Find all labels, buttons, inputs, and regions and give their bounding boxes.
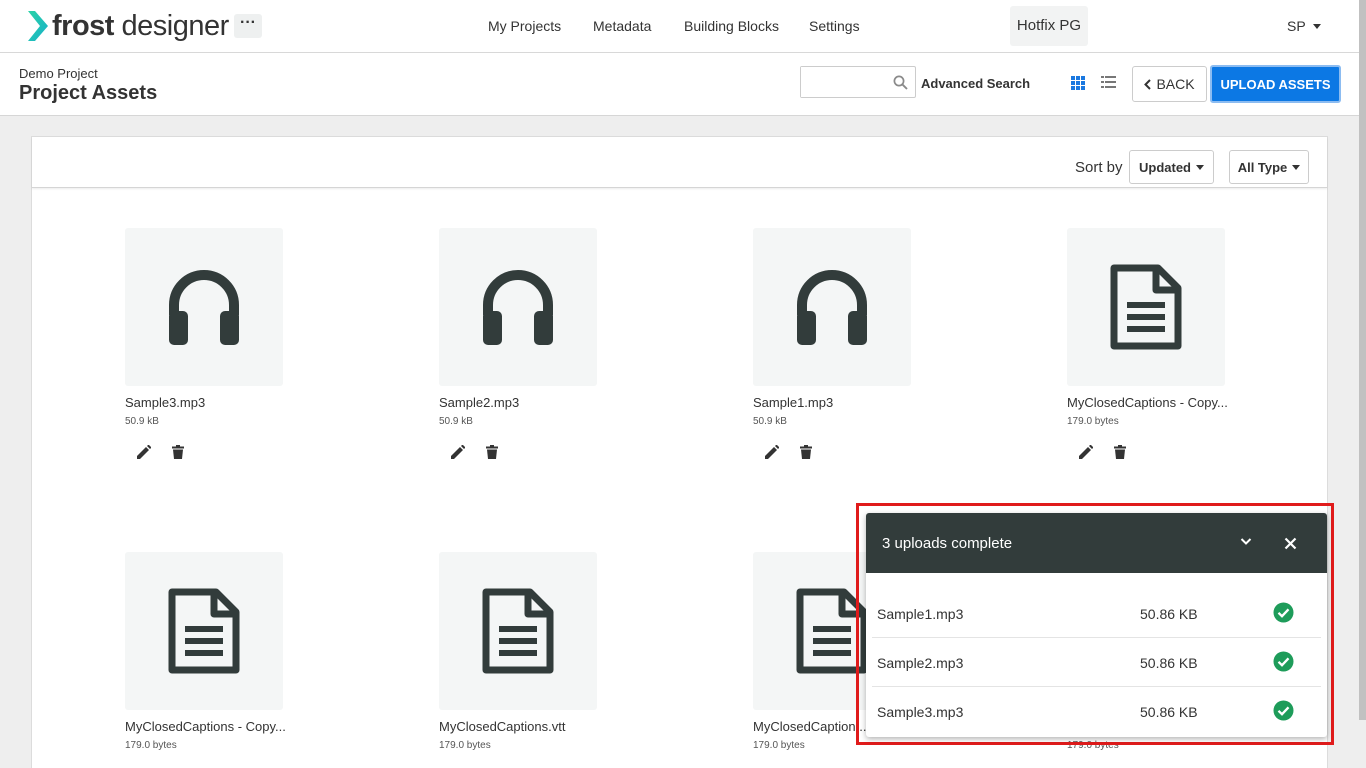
asset-card[interactable]: MyClosedCaptions.vtt 179.0 bytes [439, 552, 609, 768]
asset-thumbnail[interactable] [125, 552, 283, 710]
asset-name: MyClosedCaptions - Copy... [125, 719, 286, 734]
edit-icon[interactable] [450, 445, 465, 460]
panel-toolbar: Sort by Updated All Type [32, 137, 1327, 188]
upload-file-name: Sample1.mp3 [877, 606, 964, 622]
current-project-button[interactable]: Hotfix PG [1010, 6, 1088, 46]
page-scrollbar[interactable] [1359, 0, 1366, 720]
asset-thumbnail[interactable] [125, 228, 283, 386]
toast-header: 3 uploads complete [866, 513, 1327, 573]
upload-file-name: Sample3.mp3 [877, 704, 964, 720]
sort-dropdown[interactable]: Updated [1129, 150, 1214, 184]
chevron-down-icon [1292, 164, 1301, 170]
edit-icon[interactable] [136, 445, 151, 460]
search-icon[interactable] [893, 75, 908, 90]
nav-metadata[interactable]: Metadata [593, 18, 651, 34]
chevron-left-icon [1144, 78, 1152, 90]
user-menu[interactable]: SP [1287, 18, 1321, 34]
upload-row: Sample3.mp3 50.86 KB [872, 687, 1321, 736]
upload-file-name: Sample2.mp3 [877, 655, 964, 671]
nav-building-blocks[interactable]: Building Blocks [684, 18, 779, 34]
chevron-down-icon[interactable] [1240, 537, 1252, 546]
asset-size: 179.0 bytes [1067, 416, 1119, 427]
user-initials: SP [1287, 18, 1306, 34]
asset-size: 50.9 kB [125, 416, 159, 427]
close-icon[interactable] [1284, 537, 1297, 550]
document-icon [1110, 264, 1182, 350]
asset-size: 179.0 bytes [753, 740, 805, 751]
asset-thumbnail[interactable] [439, 228, 597, 386]
edit-icon[interactable] [764, 445, 779, 460]
type-filter-value: All Type [1237, 159, 1288, 175]
page-header: Demo Project Project Assets Advanced Sea… [0, 53, 1366, 116]
upload-file-size: 50.86 KB [1140, 704, 1198, 720]
top-navbar: frost designer ··· My Projects Metadata … [0, 0, 1366, 53]
logo-chevron-icon [28, 11, 48, 41]
asset-name: Sample1.mp3 [753, 395, 834, 410]
chevron-down-icon [1196, 164, 1204, 170]
asset-name: MyClosedCaptions.vtt [439, 719, 566, 734]
search-field[interactable] [800, 66, 916, 98]
asset-thumbnail[interactable] [439, 552, 597, 710]
asset-card[interactable]: Sample2.mp3 50.9 kB [439, 228, 609, 478]
advanced-search-link[interactable]: Advanced Search [921, 76, 1030, 91]
nav-settings[interactable]: Settings [809, 18, 860, 34]
check-circle-icon [1273, 602, 1294, 623]
upload-file-size: 50.86 KB [1140, 655, 1198, 671]
upload-status-toast: 3 uploads complete Sample1.mp3 50.86 KB … [866, 513, 1327, 737]
document-icon [168, 588, 240, 674]
asset-name: MyClosedCaptions - Copy... [1067, 395, 1228, 410]
toast-title: 3 uploads complete [882, 535, 1013, 552]
upload-row: Sample2.mp3 50.86 KB [872, 638, 1321, 687]
headphones-icon [169, 270, 239, 345]
search-input[interactable] [801, 67, 887, 97]
sort-label: Sort by [1075, 159, 1123, 176]
asset-name: Sample3.mp3 [125, 395, 206, 410]
asset-thumbnail[interactable] [1067, 228, 1225, 386]
more-options-button[interactable]: ··· [234, 14, 262, 38]
back-button[interactable]: BACK [1132, 66, 1207, 102]
headphones-icon [483, 270, 553, 345]
asset-size: 179.0 bytes [125, 740, 177, 751]
asset-card[interactable]: MyClosedCaptions - Copy... 179.0 bytes [125, 552, 295, 768]
asset-card[interactable]: Sample3.mp3 50.9 kB [125, 228, 295, 478]
page-title: Project Assets [19, 82, 158, 104]
asset-size: 50.9 kB [753, 416, 787, 427]
trash-icon[interactable] [1114, 445, 1126, 459]
upload-assets-button[interactable]: UPLOAD ASSETS [1210, 65, 1341, 103]
check-circle-icon [1273, 700, 1294, 721]
upload-file-size: 50.86 KB [1140, 606, 1198, 622]
grid-view-icon[interactable] [1071, 76, 1085, 90]
nav-my-projects[interactable]: My Projects [488, 18, 561, 34]
trash-icon[interactable] [172, 445, 184, 459]
logo-text-bold: frost [52, 10, 114, 42]
upload-row: Sample1.mp3 50.86 KB [872, 589, 1321, 638]
asset-name: Sample2.mp3 [439, 395, 520, 410]
back-button-label: BACK [1156, 76, 1195, 92]
chevron-down-icon [1312, 23, 1321, 29]
check-circle-icon [1273, 651, 1294, 672]
logo-text-light: designer [113, 10, 230, 42]
sort-dropdown-value: Updated [1139, 159, 1191, 175]
document-icon [482, 588, 554, 674]
type-filter-dropdown[interactable]: All Type [1229, 150, 1309, 184]
app-logo[interactable]: frost designer [27, 8, 229, 44]
asset-size: 179.0 bytes [439, 740, 491, 751]
asset-card[interactable]: MyClosedCaptions - Copy... 179.0 bytes [1067, 228, 1237, 478]
asset-card[interactable]: Sample1.mp3 50.9 kB [753, 228, 923, 478]
headphones-icon [797, 270, 867, 345]
asset-size: 50.9 kB [439, 416, 473, 427]
asset-thumbnail[interactable] [753, 228, 911, 386]
trash-icon[interactable] [800, 445, 812, 459]
trash-icon[interactable] [486, 445, 498, 459]
edit-icon[interactable] [1078, 445, 1093, 460]
list-view-icon[interactable] [1101, 76, 1116, 89]
breadcrumb[interactable]: Demo Project [19, 66, 98, 81]
